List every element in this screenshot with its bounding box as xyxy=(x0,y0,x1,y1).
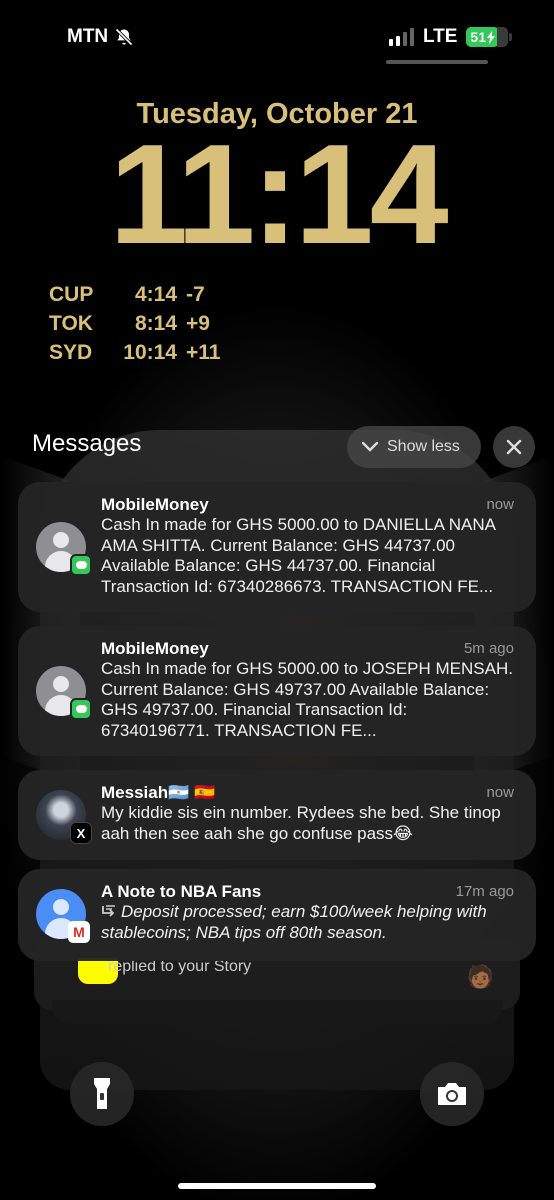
notification-title: A Note to NBA Fans xyxy=(101,882,262,901)
lock-time[interactable]: 11:14 xyxy=(0,124,554,266)
clock-time: 10:14 xyxy=(123,340,177,364)
notification-card[interactable]: MobileMoney now Cash In made for GHS 500… xyxy=(18,482,536,612)
battery-level: 51 xyxy=(470,29,486,45)
notification-summary: Deposit processed; earn $100/week helpin… xyxy=(101,902,519,943)
world-clock-row: CUP 4:14 -7 xyxy=(49,280,220,309)
notification-body: My kiddie sis ein number. Rydees she bed… xyxy=(101,803,501,843)
clock-city: CUP xyxy=(49,282,94,306)
clock-time: 4:14 xyxy=(134,282,177,306)
clock-city: TOK xyxy=(49,311,93,335)
show-less-label: Show less xyxy=(387,438,460,455)
clock-city: SYD xyxy=(49,340,93,364)
flashlight-button[interactable] xyxy=(70,1062,134,1126)
bitmoji-icon: 🧑🏾 xyxy=(466,964,494,989)
notification-body: Cash In made for GHS 5000.00 to DANIELLA… xyxy=(101,515,496,596)
clock-time: 8:14 xyxy=(134,311,177,335)
notification-group-title: Messages xyxy=(32,430,142,457)
bell-slash-icon xyxy=(115,28,133,46)
status-bar: MTN LTE 51 xyxy=(0,24,554,54)
world-clock-widget[interactable]: CUP 4:14 -7 TOK 8:14 +9 SYD 10:14 +11 xyxy=(49,280,220,367)
signal-icon xyxy=(388,28,414,46)
flashlight-icon xyxy=(94,1078,110,1109)
status-indicator-bar xyxy=(386,60,488,64)
carrier: MTN xyxy=(67,26,134,48)
status-right: LTE 51 xyxy=(388,26,512,48)
close-group-button[interactable] xyxy=(493,426,535,468)
stacked-notification-edge xyxy=(52,1000,502,1024)
messages-app-icon xyxy=(70,554,92,576)
notification-card[interactable]: 2 M A Note to NBA Fans 17m ago Deposit p… xyxy=(18,869,536,961)
camera-button[interactable] xyxy=(420,1062,484,1126)
bolt-icon xyxy=(487,30,495,44)
gmail-app-icon: M xyxy=(68,921,90,943)
close-icon xyxy=(506,439,522,455)
notification-title: Messiah🇦🇷 🇪🇸 xyxy=(101,783,216,802)
battery-icon: 51 xyxy=(466,27,512,47)
notification-title: MobileMoney xyxy=(101,495,209,514)
notification-card[interactable]: MobileMoney 5m ago Cash In made for GHS … xyxy=(18,626,536,756)
notification-time: now xyxy=(486,496,514,513)
carrier-name: MTN xyxy=(67,26,109,47)
notification-body: Deposit processed; earn $100/week helpin… xyxy=(101,902,487,942)
home-indicator[interactable] xyxy=(178,1183,376,1189)
show-less-button[interactable]: Show less xyxy=(347,426,481,468)
notification-card[interactable]: X Messiah🇦🇷 🇪🇸 now My kiddie sis ein num… xyxy=(18,770,536,860)
clock-offset: +11 xyxy=(186,340,221,364)
world-clock-row: SYD 10:14 +11 xyxy=(49,338,220,367)
notification-time: 5m ago xyxy=(463,640,514,657)
notification-time: now xyxy=(486,784,514,801)
network-type: LTE xyxy=(422,26,458,47)
messages-app-icon xyxy=(70,698,92,720)
camera-icon xyxy=(438,1083,466,1105)
notification-body: Cash In made for GHS 5000.00 to JOSEPH M… xyxy=(101,659,513,740)
x-app-icon: X xyxy=(70,822,92,844)
clock-offset: -7 xyxy=(186,282,205,306)
world-clock-row: TOK 8:14 +9 xyxy=(49,309,220,338)
summary-icon xyxy=(102,905,115,917)
chevron-down-icon xyxy=(361,441,379,452)
clock-offset: +9 xyxy=(186,311,210,335)
notification-time: 17m ago xyxy=(455,883,514,900)
notification-title: MobileMoney xyxy=(101,639,209,658)
